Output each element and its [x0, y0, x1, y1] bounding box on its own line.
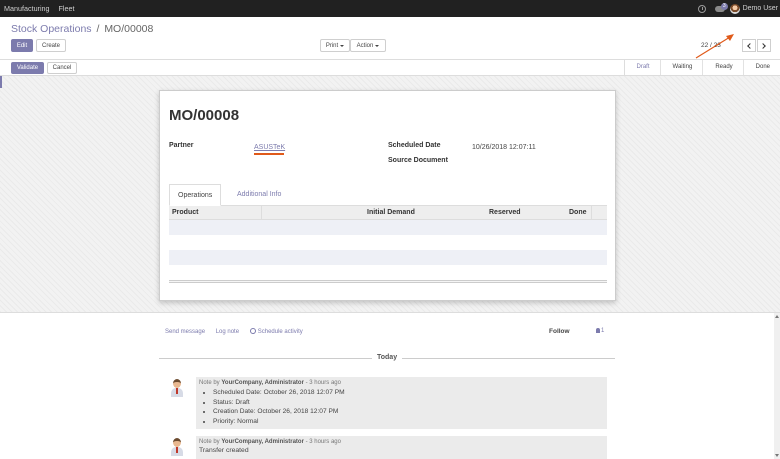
breadcrumb-separator: / — [96, 23, 100, 35]
notebook-tabs: Operations Additional Info — [169, 184, 607, 206]
column-divider — [591, 206, 592, 220]
column-reserved[interactable]: Reserved — [489, 209, 521, 216]
send-message-button[interactable]: Send message — [165, 329, 205, 335]
message-author-line: Note by YourCompany, Administrator - 3 h… — [199, 380, 604, 386]
column-divider — [261, 206, 262, 220]
tab-additional-info[interactable]: Additional Info — [229, 184, 289, 206]
tracking-values: Scheduled Date: October 26, 2018 12:07 P… — [213, 388, 604, 426]
avatar-tie — [176, 447, 178, 453]
followers-count: 1 — [601, 328, 605, 334]
breadcrumb-current: MO/00008 — [104, 23, 154, 35]
menu-manufacturing[interactable]: Manufacturing — [4, 4, 50, 13]
scheduled-date-value: 10/26/2018 12:07:11 — [472, 144, 536, 151]
tracking-value: Scheduled Date: October 26, 2018 12:07 P… — [213, 388, 604, 398]
user-avatar[interactable] — [729, 3, 740, 14]
control-panel: Stock Operations / MO/00008 Edit Create … — [0, 17, 780, 59]
top-navbar: Manufacturing Fleet 3 Demo User — [0, 0, 780, 17]
form-sheet: MO/00008 Partner ASUSTeK Scheduled Date … — [159, 90, 616, 301]
person-icon — [596, 328, 600, 333]
source-document-label: Source Document — [388, 157, 448, 164]
scroll-up-icon[interactable] — [775, 315, 779, 318]
breadcrumb-parent[interactable]: Stock Operations — [11, 23, 92, 35]
chatter-message: Note by YourCompany, Administrator - 3 h… — [196, 377, 607, 429]
clock-icon[interactable] — [697, 4, 706, 13]
partner-value[interactable]: ASUSTeK — [254, 144, 285, 151]
date-divider-label: Today — [372, 354, 403, 361]
print-button[interactable]: Print — [320, 39, 350, 52]
stage-done[interactable]: Done — [742, 60, 780, 75]
caret-down-icon — [375, 44, 380, 47]
menu-fleet[interactable]: Fleet — [59, 4, 75, 13]
pager-previous-button[interactable] — [742, 39, 756, 52]
table-row — [169, 220, 607, 235]
chat-badge: 3 — [720, 2, 728, 10]
author-avatar[interactable] — [170, 379, 184, 397]
tracking-value: Status: Draft — [213, 398, 604, 408]
cancel-button[interactable]: Cancel — [47, 62, 77, 74]
message-body: Transfer created — [199, 447, 249, 454]
column-done[interactable]: Done — [569, 209, 587, 216]
app-menu: Manufacturing Fleet — [0, 4, 84, 13]
tab-operations[interactable]: Operations — [169, 184, 222, 206]
edit-button[interactable]: Edit — [11, 39, 33, 52]
pager-next-button[interactable] — [757, 39, 771, 52]
stage-draft[interactable]: Draft — [623, 60, 660, 75]
create-button[interactable]: Create — [36, 39, 66, 52]
systray: 3 Demo User — [697, 0, 778, 17]
user-menu[interactable]: Demo User — [743, 5, 778, 12]
document-title: MO/00008 — [169, 107, 240, 124]
action-button[interactable]: Action — [350, 39, 386, 52]
chevron-left-icon — [747, 42, 753, 49]
chatter-actions: Send message Log note Schedule activity — [165, 328, 312, 335]
status-bar: Validate Cancel Draft Waiting Ready Done — [0, 59, 780, 76]
column-initial-demand[interactable]: Initial Demand — [367, 209, 415, 216]
table-header: Product Initial Demand Reserved Done — [169, 206, 607, 220]
message-author-line: Note by YourCompany, Administrator - 3 h… — [199, 439, 604, 445]
caret-down-icon — [340, 44, 345, 47]
follow-button[interactable]: Follow — [549, 328, 570, 335]
scrollbar[interactable] — [774, 313, 780, 459]
message-prefix: Note by — [199, 380, 220, 386]
schedule-activity-button[interactable]: Schedule activity — [249, 328, 303, 335]
followers-button[interactable]: 1 — [596, 328, 604, 334]
avatar-head — [173, 438, 181, 447]
message-author[interactable]: YourCompany, Administrator — [221, 439, 304, 445]
message-author[interactable]: YourCompany, Administrator — [221, 380, 304, 386]
avatar-tie — [176, 388, 178, 394]
column-product[interactable]: Product — [172, 209, 198, 216]
message-time: - 3 hours ago — [305, 439, 341, 445]
log-note-button[interactable]: Log note — [216, 329, 239, 335]
clock-icon — [249, 328, 256, 334]
table-footer — [169, 280, 607, 283]
action-label: Action — [356, 42, 374, 49]
message-time: - 3 hours ago — [305, 380, 341, 386]
stage-bar: Draft Waiting Ready Done — [623, 60, 780, 75]
chevron-right-icon — [760, 42, 766, 49]
scheduled-date-label: Scheduled Date — [388, 142, 441, 149]
partner-link[interactable]: ASUSTeK — [254, 144, 285, 151]
left-accent-bar — [0, 76, 2, 88]
stage-waiting[interactable]: Waiting — [659, 60, 703, 75]
annotation-underline — [254, 153, 284, 155]
table-row — [169, 250, 607, 265]
schedule-activity-label: Schedule activity — [257, 329, 303, 335]
scroll-down-icon[interactable] — [775, 454, 779, 457]
chat-icon[interactable]: 3 — [714, 2, 728, 12]
table-row — [169, 235, 607, 250]
tracking-value: Priority: Normal — [213, 417, 604, 427]
partner-label: Partner — [169, 142, 194, 149]
annotation-arrow-icon — [695, 34, 734, 59]
tracking-value: Creation Date: October 26, 2018 12:07 PM — [213, 407, 604, 417]
message-prefix: Note by — [199, 439, 220, 445]
print-label: Print — [325, 42, 339, 49]
avatar-head — [173, 379, 181, 388]
breadcrumb: Stock Operations / MO/00008 — [11, 23, 153, 35]
chatter-message: Note by YourCompany, Administrator - 3 h… — [196, 436, 607, 459]
validate-button[interactable]: Validate — [11, 62, 44, 74]
author-avatar[interactable] — [170, 438, 184, 456]
stage-ready[interactable]: Ready — [702, 60, 742, 75]
operations-table: Product Initial Demand Reserved Done — [169, 206, 607, 283]
table-row — [169, 265, 607, 280]
